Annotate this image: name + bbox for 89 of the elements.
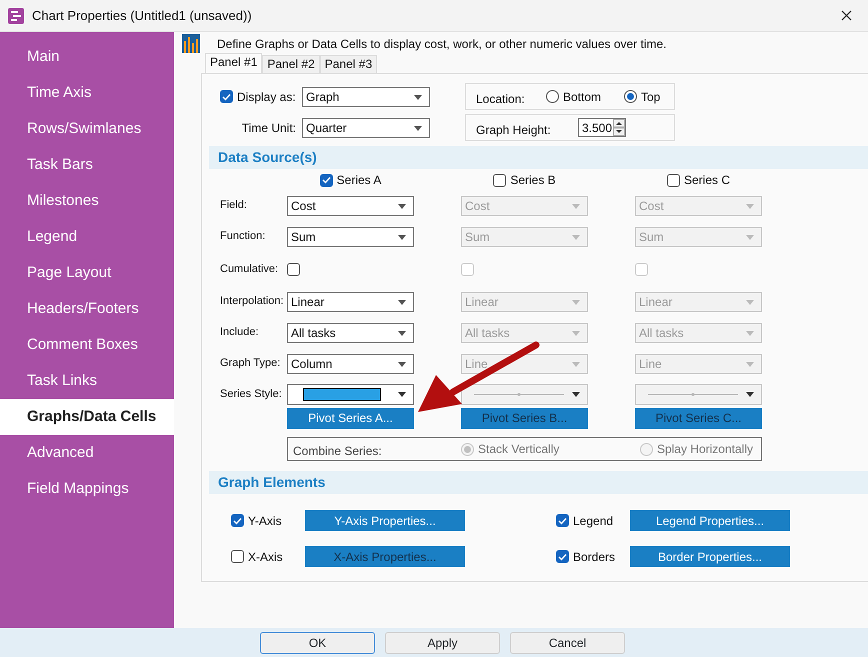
pivot-button[interactable]: Pivot Series A... <box>287 408 414 428</box>
tab[interactable]: Panel #1 <box>205 53 262 73</box>
sidebar-item[interactable]: Graphs/Data Cells <box>0 399 174 435</box>
spinner-arrows-icon[interactable] <box>613 119 625 136</box>
checkbox[interactable] <box>320 174 333 186</box>
checkbox-label: Y-Axis <box>248 512 283 530</box>
radio-label: Top <box>641 88 660 106</box>
sidebar-item[interactable]: Advanced <box>0 435 174 471</box>
checkbox-label: X-Axis <box>248 548 284 566</box>
checkbox-label: Series C <box>684 172 730 189</box>
checkbox[interactable] <box>556 514 569 527</box>
sidebar-item[interactable]: Headers/Footers <box>0 291 174 327</box>
field-label: Display as: <box>237 88 297 106</box>
tab[interactable]: Panel #2 <box>262 55 320 73</box>
spinner-field[interactable]: 3.500 <box>578 118 626 137</box>
tab[interactable]: Panel #3 <box>320 55 378 73</box>
sidebar-item[interactable]: Legend <box>0 219 174 255</box>
field-label: Include: <box>220 325 260 340</box>
field-label: Graph Type: <box>220 356 282 372</box>
dropdown[interactable]: Line <box>635 354 762 374</box>
checkbox-label: Borders <box>573 548 616 566</box>
dropdown[interactable]: Linear <box>287 292 414 312</box>
properties-button[interactable]: Y-Axis Properties... <box>305 510 465 531</box>
radio-button[interactable] <box>546 90 559 103</box>
sidebar-item[interactable]: Main <box>0 39 174 75</box>
sidebar-item[interactable]: Comment Boxes <box>0 327 174 363</box>
dropdown[interactable]: Sum <box>461 226 588 246</box>
radio-button[interactable] <box>624 90 637 103</box>
line-sample-icon <box>474 393 564 396</box>
dialog-button[interactable]: OK <box>260 632 375 654</box>
checkbox[interactable] <box>493 174 506 186</box>
section-header: Graph Elements <box>209 471 868 494</box>
dropdown[interactable]: Graph <box>302 86 430 106</box>
properties-button[interactable]: X-Axis Properties... <box>305 546 465 567</box>
sidebar-item[interactable]: Page Layout <box>0 255 174 291</box>
properties-button[interactable]: Legend Properties... <box>630 510 790 531</box>
sidebar-item[interactable]: Task Bars <box>0 147 174 183</box>
pivot-button[interactable]: Pivot Series B... <box>461 408 588 428</box>
sidebar-item[interactable]: Time Axis <box>0 75 174 111</box>
dropdown[interactable]: Cost <box>461 196 588 216</box>
pivot-button[interactable]: Pivot Series C... <box>635 408 762 428</box>
dropdown[interactable]: Cost <box>287 196 414 216</box>
radio-label: Splay Horizontally <box>656 441 753 458</box>
dropdown[interactable]: Sum <box>635 226 762 246</box>
checkbox-label: Series A <box>336 172 382 189</box>
field-label: Cumulative: <box>220 262 280 277</box>
field-label: Series Style: <box>220 387 283 402</box>
dropdown[interactable]: Quarter <box>302 118 430 138</box>
window-title: Chart Properties (Untitled1 (unsaved)) <box>32 6 252 25</box>
radio-label: Bottom <box>563 88 602 106</box>
dropdown[interactable]: All tasks <box>287 322 414 342</box>
sidebar-item[interactable]: Rows/Swimlanes <box>0 111 174 147</box>
checkbox-label: Legend <box>573 512 614 530</box>
checkbox[interactable] <box>220 90 233 103</box>
field-label: Function: <box>220 229 266 244</box>
app-icon <box>8 8 24 24</box>
dropdown[interactable]: Linear <box>461 292 588 312</box>
description-text: Define Graphs or Data Cells to display cost, work, or other numeric values over time. <box>217 36 667 52</box>
checkbox[interactable] <box>666 174 680 186</box>
dialog-button[interactable]: Cancel <box>510 632 625 654</box>
radio-label: Stack Vertically <box>478 441 560 458</box>
checkbox[interactable] <box>231 550 244 563</box>
checkbox-label: Series B <box>510 172 556 189</box>
dropdown[interactable]: All tasks <box>461 322 588 342</box>
field-label: Combine Series: <box>293 442 383 460</box>
field-label: Interpolation: <box>220 294 285 310</box>
style-dropdown[interactable] <box>287 384 414 405</box>
sidebar-item[interactable]: Field Mappings <box>0 471 174 507</box>
checkbox[interactable] <box>556 550 569 563</box>
line-sample-icon <box>648 393 738 396</box>
chart-icon <box>182 34 200 53</box>
field-label: Field: <box>220 198 248 214</box>
sidebar-item[interactable]: Milestones <box>0 183 174 219</box>
dropdown[interactable]: Linear <box>635 292 762 312</box>
dropdown[interactable]: Cost <box>635 196 762 216</box>
sidebar-item[interactable]: Task Links <box>0 363 174 399</box>
properties-button[interactable]: Border Properties... <box>630 546 790 567</box>
dialog-button[interactable]: Apply <box>385 632 500 654</box>
field-label: Location: <box>476 90 526 108</box>
dropdown[interactable]: Sum <box>287 226 414 246</box>
dropdown[interactable]: All tasks <box>635 322 762 342</box>
style-dropdown[interactable] <box>461 384 588 405</box>
dropdown[interactable]: Column <box>287 354 414 374</box>
checkbox[interactable] <box>231 514 244 527</box>
field-label: Graph Height: <box>476 122 552 138</box>
close-icon[interactable] <box>841 10 852 21</box>
checkbox[interactable] <box>287 262 300 276</box>
field-label: Time Unit: <box>240 120 296 136</box>
section-header: Data Source(s) <box>209 146 868 169</box>
